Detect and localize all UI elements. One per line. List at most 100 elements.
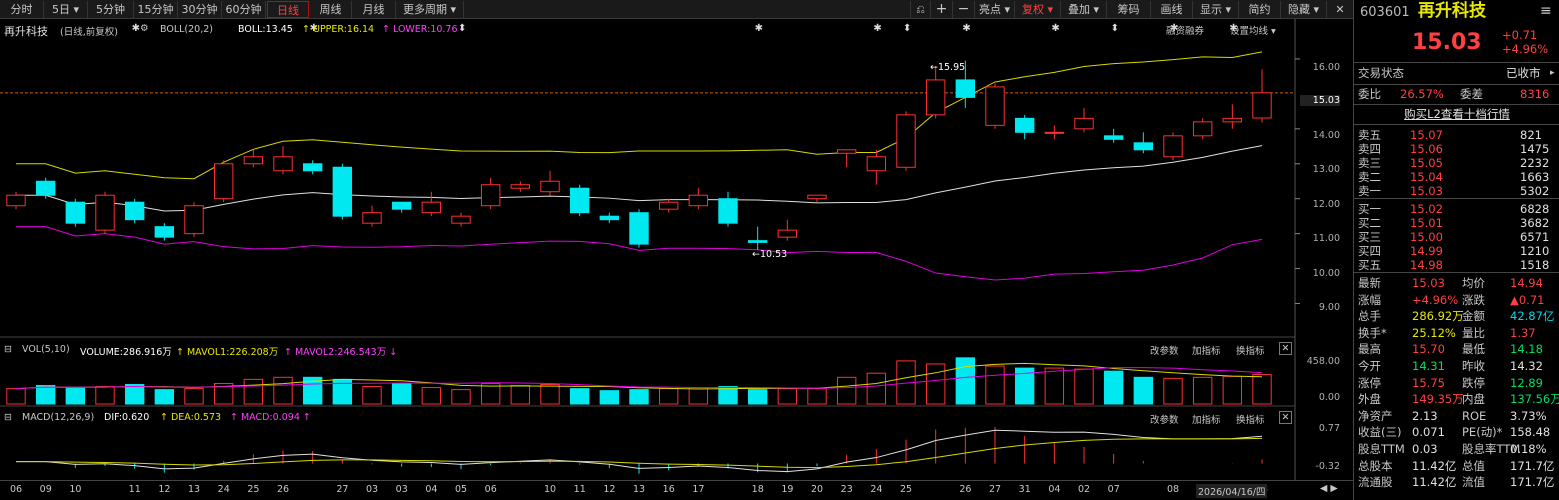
zoom-in-icon[interactable]: + <box>930 1 952 18</box>
vol-settings-icon[interactable]: ⊟ <box>4 344 12 355</box>
overlay-button[interactable]: 叠加 ▾ <box>1060 1 1106 18</box>
macd-change-params[interactable]: 改参数 <box>1150 412 1179 426</box>
event-marker: ✱ <box>132 23 140 34</box>
vol-y-tick: 458.00 <box>1306 356 1340 367</box>
stat-row-cell: 今开 <box>1358 359 1381 373</box>
undo-icon[interactable]: ⎌ <box>910 1 930 18</box>
ask-row-cell: 5302 <box>1520 184 1550 198</box>
quote-stock-name: 再升科技 <box>1418 1 1486 21</box>
candle-body <box>421 201 442 214</box>
date-tick: 20 <box>811 484 824 495</box>
stat-row-cell: 昨收 <box>1462 359 1485 373</box>
vol-add-indicator[interactable]: 加指标 <box>1192 343 1221 357</box>
chart-canvas[interactable]: ✱ ✱ ⬍ ✱ ✱ ⬍ ✱ ✱ ⬍ ✱ ✱ <box>0 19 1353 500</box>
vol-switch-indicator[interactable]: 换指标 <box>1236 343 1265 357</box>
volume-bar <box>1074 368 1094 405</box>
draw-button[interactable]: 画线 <box>1150 1 1192 18</box>
highlight-button[interactable]: 亮点 ▾ <box>974 1 1014 18</box>
more-icon[interactable]: ≡ <box>1540 4 1552 18</box>
kline-chart[interactable]: ✱ ✱ ⬍ ✱ ✱ ⬍ ✱ ✱ ⬍ ✱ ✱ 再升科技 (日线,前复权) ⚙ BOLL(20,2) B… <box>0 19 1353 500</box>
candle-body <box>1044 131 1065 134</box>
macd-add-indicator[interactable]: 加指标 <box>1192 412 1221 426</box>
bid-row-cell: 6828 <box>1520 202 1550 216</box>
tab-15min[interactable]: 15分钟 <box>134 1 178 18</box>
stat-row-cell: 137.56万 <box>1510 392 1559 407</box>
set-ma-link[interactable]: 设置均线 ▾ <box>1230 23 1276 37</box>
settings-icon[interactable]: ⚙ <box>140 23 149 34</box>
candle-body <box>569 187 590 214</box>
close-icon[interactable]: ✕ <box>1326 1 1353 18</box>
date-tick: 12 <box>158 484 171 495</box>
bid-row-cell: 15.01 <box>1410 216 1443 230</box>
tab-monthly[interactable]: 月线 <box>352 1 396 18</box>
stat-row: 今开 14.31 昨收 14.32 <box>1354 359 1559 373</box>
macd-switch-indicator[interactable]: 换指标 <box>1236 412 1265 426</box>
volume-bar <box>1192 376 1213 405</box>
stat-row-cell: 外盘 <box>1358 392 1381 407</box>
volume-bar <box>1252 374 1272 405</box>
candle-body <box>688 194 709 207</box>
stat-row-cell: 总值 <box>1462 458 1485 473</box>
volume-bar <box>154 389 175 405</box>
stat-row-cell: 总手 <box>1358 309 1381 324</box>
volume-bar <box>985 365 1005 405</box>
y-tick: 9.00 <box>1318 302 1340 313</box>
adjust-button[interactable]: 复权 ▾ <box>1014 1 1060 18</box>
tab-fenshi[interactable]: 分时 <box>0 1 44 18</box>
candle-body <box>1163 135 1183 158</box>
stat-row-cell: 净资产 <box>1358 408 1393 423</box>
tab-weekly[interactable]: 周线 <box>310 1 352 18</box>
ask-row: 卖一 15.03 5302 <box>1354 184 1559 198</box>
date-tick: 24 <box>217 484 230 495</box>
candle-body <box>95 194 115 231</box>
expand-icon[interactable]: ▸ <box>1550 66 1555 80</box>
candle-body <box>213 163 234 200</box>
zoom-out-icon[interactable]: − <box>952 1 974 18</box>
bid-row-cell: 6571 <box>1520 230 1550 244</box>
bid-row-cell: 14.98 <box>1410 258 1443 272</box>
stat-row-cell: 158.48 <box>1510 425 1551 440</box>
hide-button[interactable]: 隐藏 ▾ <box>1280 1 1326 18</box>
display-button[interactable]: 显示 ▾ <box>1192 1 1238 18</box>
stat-row-cell: 15.03 <box>1412 276 1445 290</box>
ask-row-cell: 卖三 <box>1358 156 1381 170</box>
stat-row-cell: 14.32 <box>1510 359 1543 373</box>
candle-body <box>985 86 1005 126</box>
tab-5day[interactable]: 5日 ▾ <box>44 1 88 18</box>
candle-body <box>866 156 887 172</box>
tab-30min[interactable]: 30分钟 <box>178 1 222 18</box>
stat-row-cell: PE(动)* <box>1462 425 1503 440</box>
simple-button[interactable]: 简约 <box>1238 1 1280 18</box>
vol-change-params[interactable]: 改参数 <box>1150 343 1179 357</box>
macd-label: MACD(12,26,9) <box>22 412 95 423</box>
macd-settings-icon[interactable]: ⊟ <box>4 412 12 423</box>
volume-bar <box>243 378 264 405</box>
ask-row-cell: 15.06 <box>1410 142 1443 156</box>
buy-l2-link[interactable]: 购买L2查看十档行情 <box>1354 107 1559 121</box>
margin-trading-link[interactable]: 融资融券 <box>1166 23 1204 37</box>
tab-more-periods[interactable]: 更多周期 ▾ <box>396 1 464 18</box>
chart-mode: (日线,前复权) <box>60 27 118 38</box>
price-change-pct: +4.96% <box>1502 42 1549 56</box>
volume-bar <box>1133 376 1154 405</box>
vol-close-icon[interactable]: ✕ <box>1279 342 1292 355</box>
stat-row-cell: 3.73% <box>1510 408 1547 423</box>
event-marker: ⬍ <box>458 23 466 34</box>
stat-row: 股息TTM 0.03 股息率TTM 0.18% <box>1354 442 1559 456</box>
ask-row-cell: 1663 <box>1520 170 1550 184</box>
stat-row-cell: 0.03 <box>1412 442 1438 456</box>
tab-5min[interactable]: 5分钟 <box>88 1 134 18</box>
candle-body <box>184 205 204 235</box>
y-tick: 16.00 <box>1312 62 1340 73</box>
candle-body <box>1074 117 1094 130</box>
macd-close-icon[interactable]: ✕ <box>1279 411 1292 424</box>
boll-mid-line <box>16 145 1263 212</box>
chips-button[interactable]: 筹码 <box>1106 1 1150 18</box>
volume-bar <box>866 372 887 405</box>
scroll-arrows[interactable]: ◀ ▶ <box>1320 483 1350 494</box>
stat-row: 最高 15.70 最低 14.18 <box>1354 342 1559 356</box>
y-tick: 13.00 <box>1312 164 1340 175</box>
candle-body <box>955 79 976 98</box>
tab-60min[interactable]: 60分钟 <box>222 1 266 18</box>
tab-daily[interactable]: 日线 <box>267 1 309 18</box>
